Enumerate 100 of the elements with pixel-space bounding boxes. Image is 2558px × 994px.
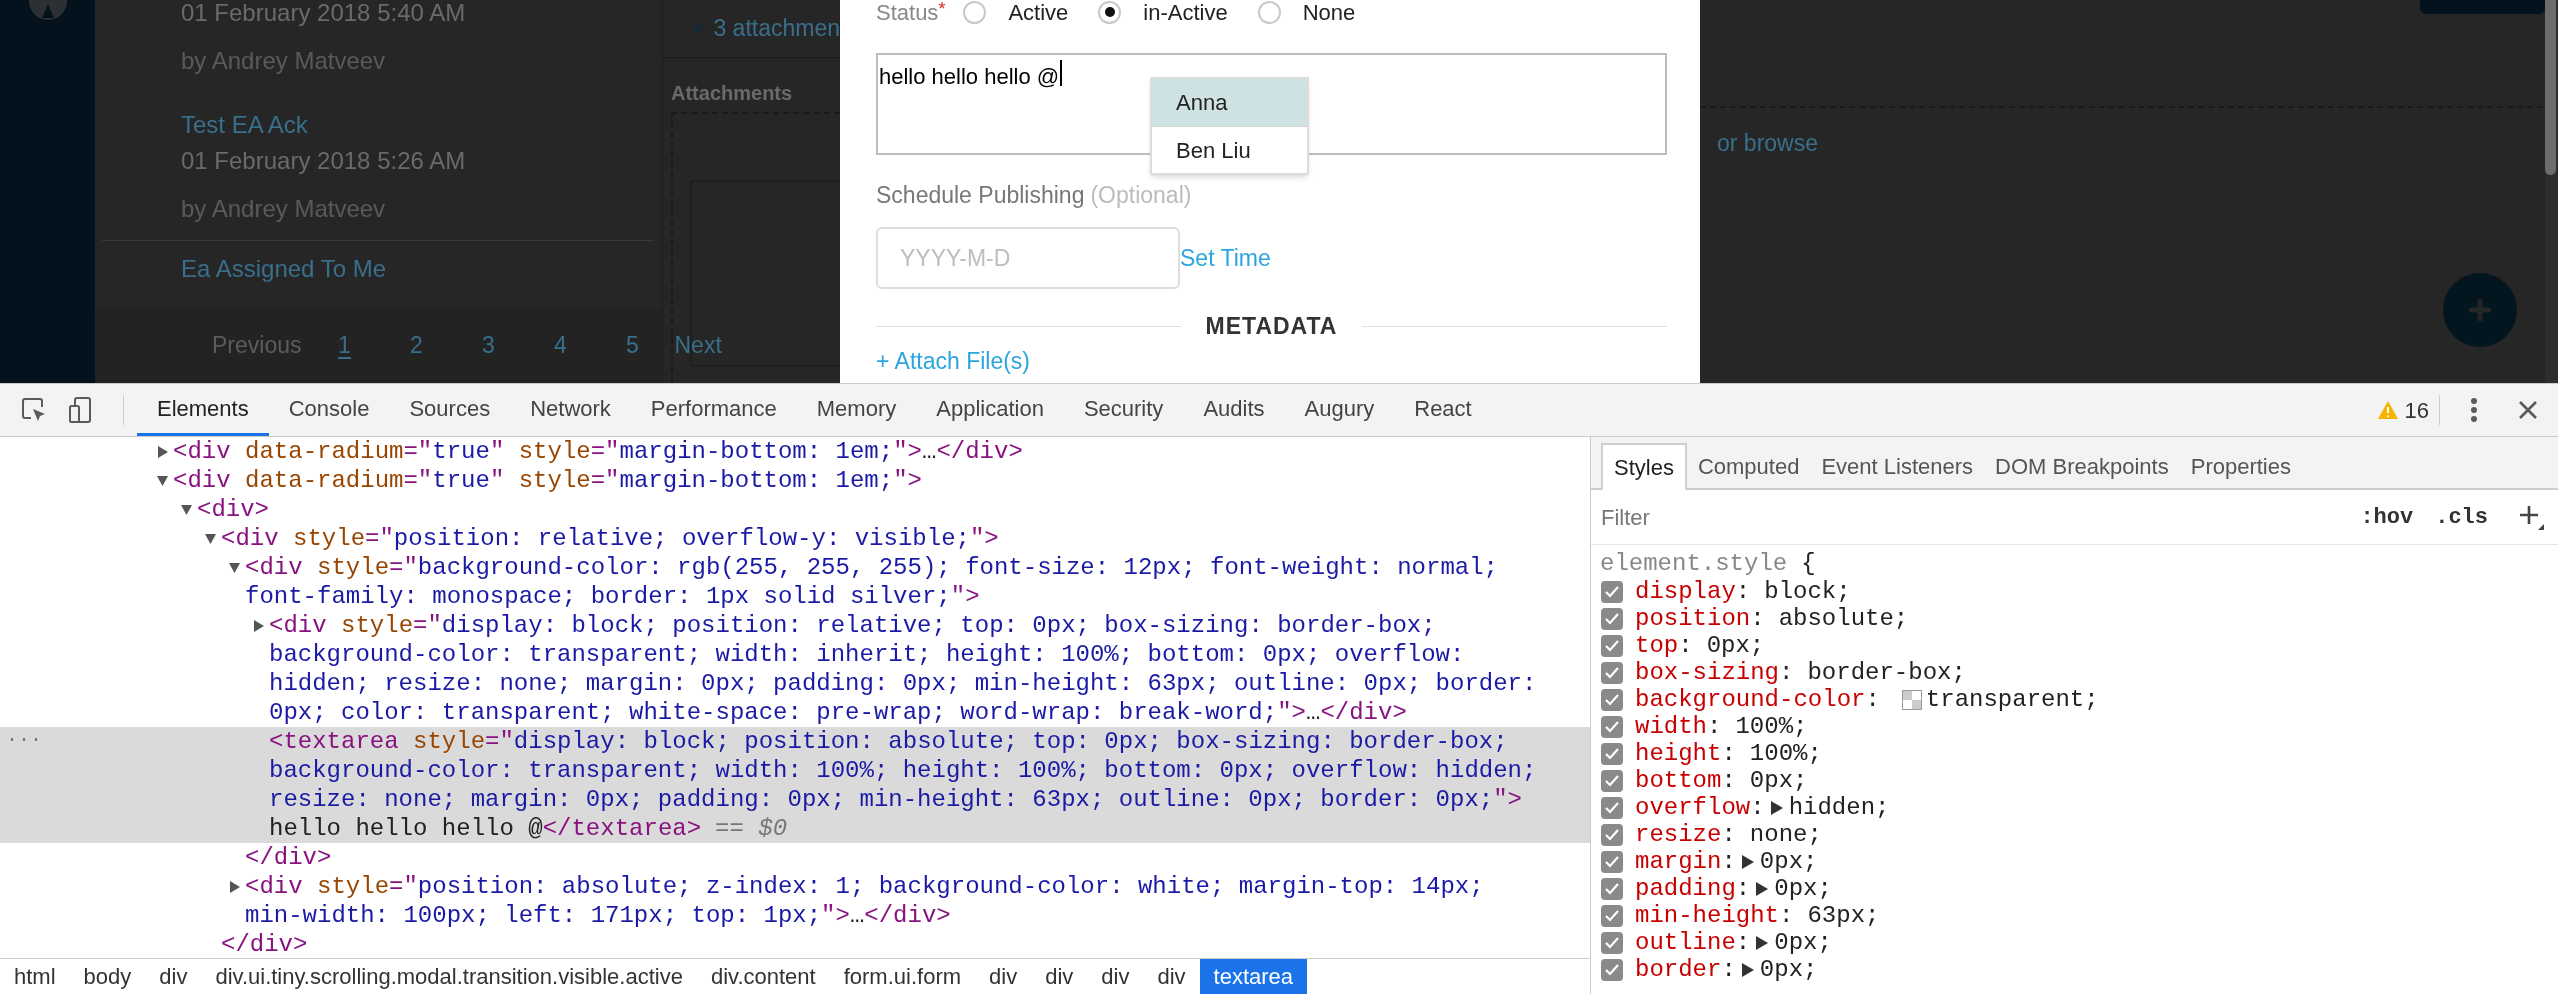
styles-pane-tab[interactable]: Event Listeners <box>1810 443 1985 490</box>
checkbox[interactable] <box>1601 607 1623 630</box>
devtools-tab[interactable]: Console <box>268 384 390 436</box>
css-property-name: resize: <box>1635 821 1736 848</box>
breadcrumb-item[interactable]: div.ui.tiny.scrolling.modal.transition.visible.active <box>201 959 697 994</box>
breadcrumb-item[interactable]: div.content <box>696 959 830 994</box>
breadcrumb-item[interactable]: body <box>69 959 146 994</box>
styles-pane-tab[interactable]: DOM Breakpoints <box>1984 443 2180 490</box>
dom-node-markup[interactable]: <div style="position: relative; overflow-y: visible;"> <box>221 524 999 553</box>
add-style-rule-icon[interactable] <box>2518 504 2544 530</box>
devtools-tab[interactable]: Audits <box>1183 384 1285 436</box>
dom-node-markup[interactable]: <div data-radium="true" style="margin-bottom: 1em;"> <box>173 466 922 495</box>
radio-label[interactable]: in-Active <box>1143 0 1228 29</box>
filter-toggle[interactable]: .cls <box>2435 500 2488 534</box>
warning-icon[interactable] <box>2376 400 2399 420</box>
devtools-tab[interactable]: Security <box>1063 384 1184 436</box>
devtools-tab[interactable]: Application <box>916 384 1064 436</box>
checkbox[interactable] <box>1601 688 1623 711</box>
more-options-icon[interactable] <box>2470 397 2478 423</box>
device-toolbar-icon[interactable] <box>68 396 92 424</box>
checkbox[interactable] <box>1601 796 1623 819</box>
breadcrumb-item[interactable]: div <box>145 959 202 994</box>
dom-node-markup[interactable]: <div style="background-color: rgb(255, 255, 255); font-size: 12px; font-weight: normal; font-family: monospace; border: 1px solid silver;"> <box>245 553 1550 611</box>
css-property-name: display: <box>1635 578 1751 605</box>
checkbox[interactable] <box>1601 823 1623 846</box>
checkbox[interactable] <box>1601 931 1623 954</box>
checkbox[interactable] <box>1601 742 1623 765</box>
styles-pane-tab[interactable]: Properties <box>2179 443 2302 490</box>
disclosure-triangle-icon[interactable] <box>181 504 192 516</box>
scrollbar-thumb[interactable] <box>2545 0 2556 175</box>
selected-dom-row[interactable] <box>0 727 1590 843</box>
expand-triangle-icon[interactable] <box>1755 934 1770 951</box>
devtools-tab[interactable]: Sources <box>389 384 511 436</box>
breadcrumb-item[interactable]: div <box>1143 959 1200 994</box>
warning-count[interactable]: 16 <box>2404 393 2429 427</box>
checkbox[interactable] <box>1601 634 1623 657</box>
mention-option[interactable]: Anna <box>1152 79 1307 126</box>
styles-pane-tab[interactable]: Computed <box>1686 443 1811 490</box>
css-property-name: top: <box>1635 632 1693 659</box>
checkbox[interactable] <box>1601 715 1623 738</box>
breadcrumb-item[interactable]: textarea <box>1199 959 1308 994</box>
close-icon[interactable] <box>2518 400 2538 420</box>
disclosure-triangle-icon[interactable] <box>229 881 240 893</box>
dom-node-markup[interactable]: <div style="display: block; position: relative; top: 0px; box-sizing: border-box; background-color: transparent; width: inherit; height: 100%; bottom: 0px; overflow: hidden; resize: none; margin: 0px; padding: 0px; min-height: 63px; outline: 0px; border: 0px; color: transparent; white-space: pre-wrap; word-wrap: break-word;">…</div> <box>269 611 1550 727</box>
css-property-name: min-height: <box>1635 902 1794 929</box>
feed-item-date: 01 February 2018 5:40 AM <box>181 0 467 28</box>
radio-label[interactable]: Active <box>1008 0 1069 29</box>
styles-pane-tab[interactable]: Styles <box>1601 443 1687 490</box>
filter-toggle[interactable]: :hov <box>2360 500 2414 534</box>
selected-node-reference: == $0 <box>715 814 788 843</box>
optional-hint: (Optional) <box>1090 180 1192 210</box>
date-field[interactable]: YYYY-M-D <box>876 227 1180 289</box>
css-property-value: 0px; <box>1759 956 1818 983</box>
radio-button[interactable] <box>1098 0 1122 24</box>
css-property-value: block; <box>1764 578 1851 605</box>
expand-triangle-icon[interactable] <box>1755 880 1770 897</box>
checkbox[interactable] <box>1601 850 1623 873</box>
checkbox[interactable] <box>1601 958 1623 981</box>
disclosure-triangle-icon[interactable] <box>157 446 168 458</box>
disclosure-triangle-icon[interactable] <box>253 620 264 632</box>
radio-button[interactable] <box>963 0 987 24</box>
filter-field[interactable]: Filter <box>1601 500 2361 534</box>
expand-triangle-icon[interactable] <box>1740 961 1755 978</box>
disclosure-triangle-icon[interactable] <box>205 533 216 545</box>
checkbox[interactable] <box>1601 904 1623 927</box>
disclosure-triangle-icon[interactable] <box>157 475 168 487</box>
breadcrumb-item[interactable]: div <box>1031 959 1088 994</box>
checkbox[interactable] <box>1601 580 1623 603</box>
expand-triangle-icon[interactable] <box>1740 853 1755 870</box>
devtools-tab[interactable]: Network <box>510 384 631 436</box>
breadcrumb-item[interactable]: div <box>1087 959 1144 994</box>
dom-node-markup[interactable]: <textarea style="display: block; position: absolute; top: 0px; box-sizing: border-box; background-color: transparent; width: 100%; height: 100%; bottom: 0px; overflow: hidden; resize: none; margin: 0px; padding: 0px; min-height: 63px; outline: 0px; border: 0px;"> <box>269 727 1550 814</box>
devtools-tab[interactable]: Elements <box>137 384 269 436</box>
css-property-name: background-color: <box>1635 686 1880 713</box>
css-property-name: padding: <box>1635 875 1751 902</box>
checkbox[interactable] <box>1601 877 1623 900</box>
radio-button[interactable] <box>1257 0 1281 24</box>
devtools-tab[interactable]: Performance <box>630 384 797 436</box>
css-property-value: hidden; <box>1788 794 1890 821</box>
devtools-tab[interactable]: Memory <box>796 384 917 436</box>
radio-label[interactable]: None <box>1302 0 1356 29</box>
breadcrumb-item[interactable]: form.ui.form <box>829 959 976 994</box>
checkbox[interactable] <box>1601 661 1623 684</box>
devtools-tab[interactable]: React <box>1394 384 1492 436</box>
dom-node-markup[interactable]: <div> <box>197 495 269 524</box>
expand-triangle-icon[interactable] <box>1769 799 1784 816</box>
disclosure-triangle-icon[interactable] <box>229 562 240 574</box>
css-property-value: 0px; <box>1706 632 1765 659</box>
mention-option[interactable]: Ben Liu <box>1152 126 1307 173</box>
dom-node-markup[interactable]: <div data-radium="true" style="margin-bottom: 1em;">…</div> <box>173 437 1023 466</box>
devtools-tab[interactable]: Augury <box>1284 384 1395 436</box>
color-swatch-icon[interactable] <box>1901 689 1922 710</box>
css-property-value: 63px; <box>1807 902 1880 929</box>
breadcrumb-item[interactable]: div <box>975 959 1032 994</box>
css-property-name: outline: <box>1635 929 1751 956</box>
scrollbar[interactable] <box>2545 0 2558 383</box>
inspect-element-icon[interactable] <box>21 397 47 423</box>
breadcrumb-item[interactable]: html <box>0 959 70 994</box>
checkbox[interactable] <box>1601 769 1623 792</box>
dom-node-markup[interactable]: <div style="position: absolute; z-index: 1; background-color: white; margin-top: 14px; min-width: 100px; left: 171px; top: 1px;">…</div> <box>245 872 1550 930</box>
